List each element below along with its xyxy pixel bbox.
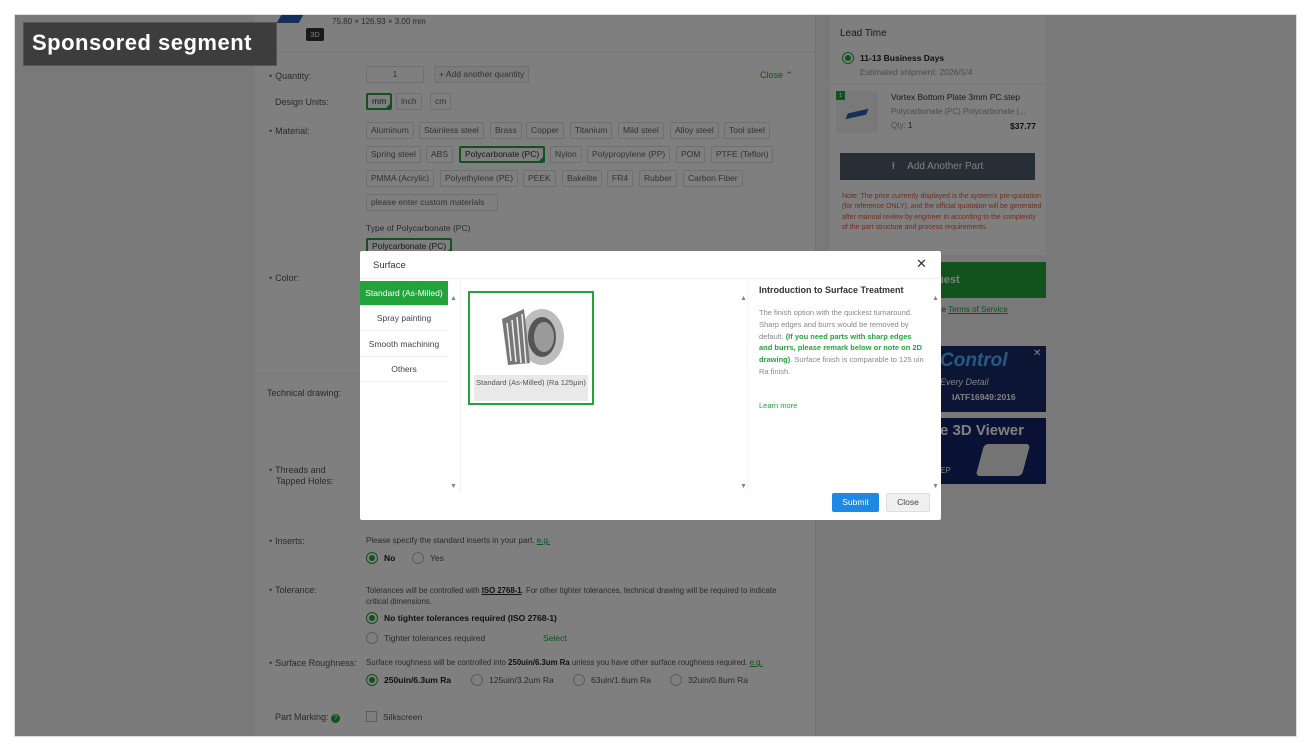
scroll-down-icon[interactable]: ▼ bbox=[932, 483, 939, 490]
learn-more-link[interactable]: Learn more bbox=[759, 401, 797, 410]
divider bbox=[460, 281, 461, 491]
tab-smooth-machining[interactable]: Smooth machining bbox=[360, 332, 448, 357]
surface-option-caption: Standard (As-Milled) (Ra 125μin) bbox=[474, 375, 588, 401]
divider bbox=[747, 281, 748, 491]
tab-others[interactable]: Others bbox=[360, 357, 448, 382]
app-frame: 75.80 × 126.93 × 3.00 mm 3D •Quantity: 1… bbox=[15, 15, 1296, 736]
scroll-up-icon[interactable]: ▲ bbox=[740, 295, 747, 302]
scroll-down-icon[interactable]: ▼ bbox=[450, 483, 457, 490]
scroll-up-icon[interactable]: ▲ bbox=[932, 295, 939, 302]
quote-page: 75.80 × 126.93 × 3.00 mm 3D •Quantity: 1… bbox=[15, 15, 1296, 736]
intro-title: Introduction to Surface Treatment bbox=[759, 285, 904, 295]
surface-option-card[interactable]: Standard (As-Milled) (Ra 125μin) bbox=[468, 291, 594, 405]
close-icon[interactable]: ✕ bbox=[916, 257, 927, 271]
tab-standard-as-milled[interactable]: Standard (As-Milled) bbox=[360, 281, 448, 306]
scroll-up-icon[interactable]: ▲ bbox=[450, 295, 457, 302]
cnc-part-image bbox=[502, 309, 564, 365]
close-button[interactable]: Close bbox=[886, 493, 930, 512]
surface-modal: Surface ✕ Standard (As-Milled) Spray pai… bbox=[360, 251, 941, 520]
tab-spray-painting[interactable]: Spray painting bbox=[360, 306, 448, 331]
intro-body: The finish option with the quickest turn… bbox=[759, 308, 924, 376]
modal-title: Surface bbox=[373, 260, 406, 271]
modal-header: Surface ✕ bbox=[360, 251, 941, 279]
submit-button[interactable]: Submit bbox=[832, 493, 879, 512]
scroll-down-icon[interactable]: ▼ bbox=[740, 483, 747, 490]
sponsored-banner: Sponsored segment bbox=[23, 22, 277, 66]
